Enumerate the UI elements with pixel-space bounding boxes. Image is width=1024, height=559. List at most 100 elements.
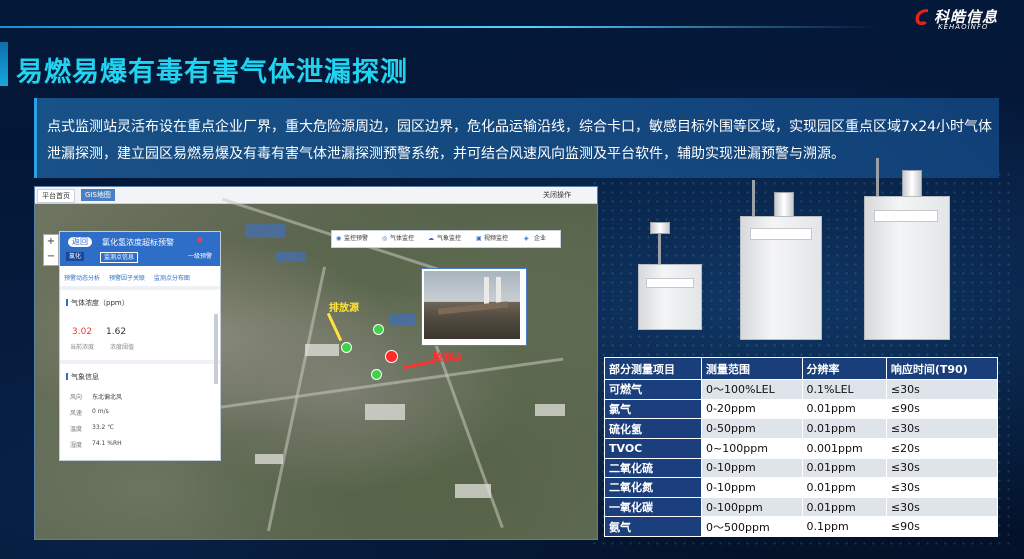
chimney	[484, 277, 489, 305]
title-accent-bar	[0, 42, 8, 86]
zoom-in-button[interactable]: +	[44, 235, 58, 250]
range: 0～100%LEL	[701, 379, 803, 400]
table-row: 硫化氢 0-50ppm 0.01ppm ≤30s	[603, 418, 999, 439]
device-pole	[752, 180, 755, 216]
chip-gas[interactable]: 氯化	[66, 252, 85, 261]
zoom-out-button[interactable]: −	[44, 250, 58, 265]
satellite-map[interactable]: + − ◉ 监控预警 ◎ 气体监控 ☁ 气象监控 ▣ 视频监控 ◈ 企业 排放源…	[35, 197, 597, 539]
response-time: ≤90s	[885, 398, 999, 420]
toolbar-video[interactable]: 视频监控	[484, 231, 508, 247]
close-all-button[interactable]: 关闭操作	[539, 189, 575, 201]
toolbar-weather[interactable]: 气象监控	[437, 231, 461, 247]
panel-header: 返回 氯化氢浓度超标预警 ♦ 一级预警 氯化 监测点信息	[60, 232, 220, 266]
range: 0-100ppm	[701, 496, 803, 518]
alarm-title: 氯化氢浓度超标预警	[102, 238, 174, 247]
monitor-point-normal[interactable]	[373, 324, 384, 335]
resolution: 0.01ppm	[801, 418, 887, 439]
response-time: ≤30s	[885, 496, 999, 518]
link-point-map[interactable]: 监测点分布图	[154, 275, 190, 282]
chimney	[496, 277, 501, 305]
response-time: ≤90s	[885, 516, 999, 537]
link-factor-relation[interactable]: 预警因子关联	[109, 275, 145, 282]
header-line	[0, 26, 880, 28]
table-row: 二氧化氮 0-10ppm 0.01ppm ≤30s	[603, 477, 999, 498]
device-nameplate	[874, 210, 938, 222]
response-time: ≤30s	[885, 457, 999, 479]
pin-icon: ◉	[336, 235, 342, 242]
weather-row: 风向 东北偏北风	[70, 392, 200, 401]
device-nameplate	[750, 228, 812, 240]
gas-name: 氯气	[603, 398, 703, 420]
chip-point-info[interactable]: 监测点信息	[100, 252, 139, 263]
resolution: 0.01ppm	[801, 398, 887, 420]
resolution: 0.001ppm	[801, 437, 887, 459]
bell-icon: ♦	[196, 236, 205, 246]
response-time: ≤30s	[885, 418, 999, 439]
location-icon: ◎	[382, 235, 388, 242]
device-sensor-head	[902, 170, 922, 198]
table-row: 二氧化硫 0-10ppm 0.01ppm ≤30s	[603, 457, 999, 479]
back-button[interactable]: 返回	[68, 237, 92, 247]
weather-section-title: 气象信息	[66, 372, 99, 382]
panel-scrollbar[interactable]	[214, 314, 218, 384]
map-building	[365, 404, 405, 420]
gas-name: 硫化氢	[603, 418, 703, 439]
resolution: 0.01ppm	[801, 457, 887, 479]
range: 0-20ppm	[701, 398, 803, 420]
tab-gis-map[interactable]: GIS地图	[81, 189, 115, 201]
divider	[60, 286, 220, 290]
arrow-marker	[403, 359, 435, 370]
link-alarm-analysis[interactable]: 预警动态分析	[64, 275, 100, 282]
gas-name: 可燃气	[603, 379, 703, 400]
gas-name: 二氧化硫	[603, 457, 703, 479]
range: 0-10ppm	[701, 477, 803, 498]
divider	[60, 360, 220, 364]
map-building	[390, 314, 416, 326]
table-row: 一氧化碳 0-100ppm 0.01ppm ≤30s	[603, 496, 999, 518]
table-header-row: 部分测量项目 测量范围 分辨率 响应时间(T90)	[603, 357, 999, 380]
toolbar-monitor-alarm[interactable]: 监控预警	[344, 231, 368, 247]
table-row: 氯气 0-20ppm 0.01ppm ≤90s	[603, 398, 999, 420]
col-header: 响应时间(T90)	[885, 357, 999, 380]
monitor-point-normal[interactable]	[371, 369, 382, 380]
monitor-point-alarm[interactable]	[385, 350, 398, 363]
gas-name: 二氧化氮	[603, 477, 703, 498]
range: 0～500ppm	[701, 516, 803, 537]
toolbar-enterprise[interactable]: 企业	[534, 231, 546, 247]
response-time: ≤30s	[885, 477, 999, 498]
map-building	[275, 252, 305, 262]
weather-key: 温度	[70, 426, 83, 433]
gas-section-title: 气体浓度（ppm）	[66, 298, 129, 308]
gas-name: 一氧化碳	[603, 496, 703, 518]
weather-value: 东北偏北风	[92, 394, 123, 401]
map-building	[455, 484, 491, 498]
device-cabinet	[638, 264, 702, 330]
map-toolbar: ◉ 监控预警 ◎ 气体监控 ☁ 气象监控 ▣ 视频监控 ◈ 企业	[331, 230, 561, 248]
weather-value: 0 m/s	[92, 408, 109, 415]
table-row: 氨气 0～500ppm 0.1ppm ≤90s	[603, 516, 999, 537]
tab-home[interactable]: 平台首页	[37, 189, 75, 203]
device-sensor-head	[774, 192, 794, 218]
weather-key: 风向	[70, 394, 83, 401]
gas-name: TVOC	[603, 437, 703, 459]
video-popup[interactable]	[421, 268, 527, 346]
logo-swoosh-icon	[915, 9, 928, 26]
weather-key: 湿度	[70, 442, 83, 449]
app-tab-bar: 平台首页 GIS地图 关闭操作	[35, 187, 597, 204]
weather-key: 风速	[70, 410, 83, 417]
map-building	[305, 344, 339, 356]
resolution: 0.01ppm	[801, 496, 887, 518]
device-pole	[658, 228, 661, 268]
arrow-marker	[326, 312, 343, 342]
page-title: 易燃易爆有毒有害气体泄漏探测	[16, 57, 408, 88]
logo-text-en: KEHAOINFO	[938, 23, 989, 31]
gas-threshold-value: 1.62	[106, 327, 127, 337]
toolbar-gas[interactable]: 气体监控	[390, 231, 414, 247]
monitor-point-normal[interactable]	[341, 342, 352, 353]
map-building	[535, 404, 565, 416]
building-icon: ◈	[524, 235, 529, 242]
weather-row: 风速 0 m/s	[70, 408, 200, 417]
gas-current-value: 3.02	[72, 327, 93, 337]
map-building	[245, 224, 285, 238]
device-nameplate	[646, 278, 694, 288]
